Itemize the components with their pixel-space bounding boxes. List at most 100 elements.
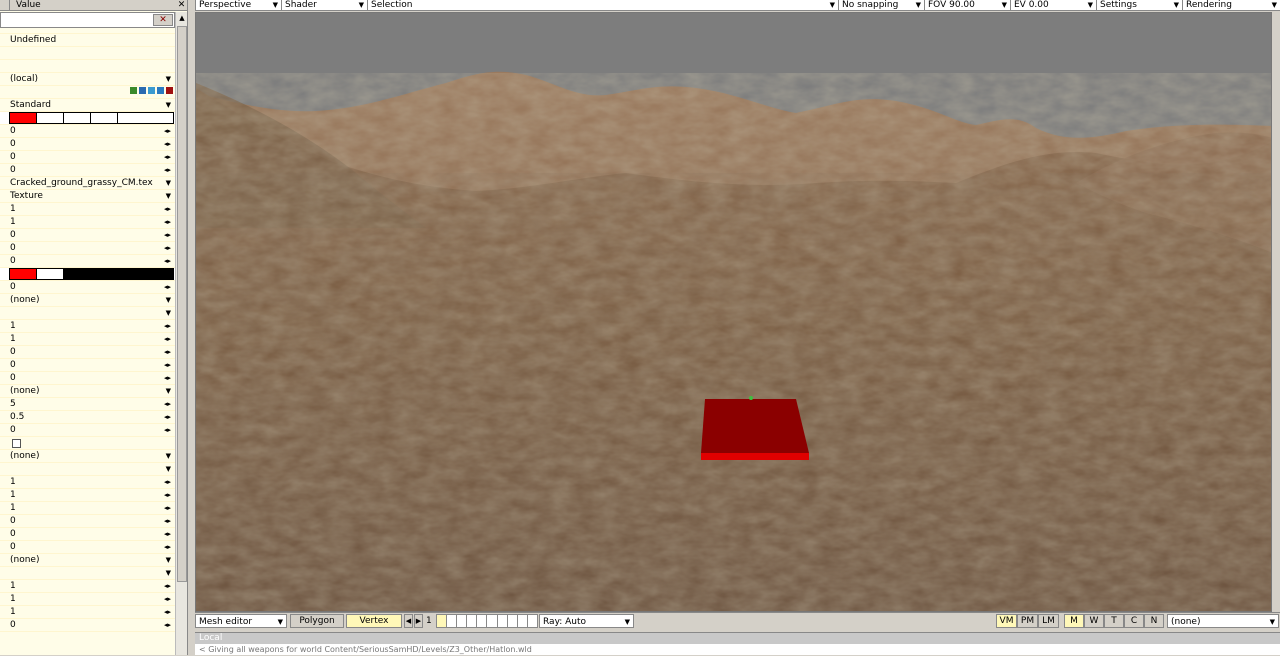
color-swatch[interactable] xyxy=(64,113,91,123)
property-row[interactable]: (none) ▼ xyxy=(0,385,175,398)
ev-dropdown[interactable]: EV 0.00 ▼ xyxy=(1010,0,1096,11)
property-row[interactable]: 0.5 ◂▸ xyxy=(0,411,175,424)
property-row[interactable] xyxy=(0,47,175,60)
chevron-down-icon[interactable]: ▼ xyxy=(166,385,171,397)
property-row[interactable]: 0 ◂▸ xyxy=(0,424,175,437)
snapping-dropdown[interactable]: No snapping ▼ xyxy=(838,0,924,11)
3d-viewport[interactable] xyxy=(195,12,1272,612)
property-row[interactable]: 0 ◂▸ xyxy=(0,515,175,528)
editor-mode-dropdown[interactable]: Mesh editor ▼ xyxy=(195,614,287,628)
property-row[interactable]: ▼ xyxy=(0,567,175,580)
color-swatch-bar[interactable] xyxy=(9,268,174,280)
layer-slot[interactable] xyxy=(508,615,518,627)
property-row[interactable]: 0 ◂▸ xyxy=(0,541,175,554)
color-swatch[interactable] xyxy=(64,269,173,279)
layer-slot[interactable] xyxy=(467,615,478,627)
spin-arrows-icon[interactable]: ◂▸ xyxy=(164,476,171,488)
property-row[interactable]: 1 ◂▸ xyxy=(0,320,175,333)
spin-arrows-icon[interactable]: ◂▸ xyxy=(164,229,171,241)
property-row[interactable]: (none) ▼ xyxy=(0,554,175,567)
filter-dropdown[interactable]: (none) ▼ xyxy=(1167,614,1279,628)
chevron-down-icon[interactable]: ▼ xyxy=(166,463,171,475)
property-row[interactable]: 0 ◂▸ xyxy=(0,359,175,372)
property-row[interactable]: 0 ◂▸ xyxy=(0,151,175,164)
spin-arrows-icon[interactable]: ◂▸ xyxy=(164,359,171,371)
property-row[interactable]: 0 ◂▸ xyxy=(0,242,175,255)
spin-arrows-icon[interactable]: ◂▸ xyxy=(164,502,171,514)
up-icon[interactable] xyxy=(148,87,155,94)
property-row[interactable]: (none) ▼ xyxy=(0,294,175,307)
shader-dropdown[interactable]: Shader ▼ xyxy=(281,0,367,11)
property-row[interactable]: Undefined xyxy=(0,34,175,47)
layer-slot[interactable] xyxy=(457,615,468,627)
property-row[interactable]: 0 ◂▸ xyxy=(0,281,175,294)
chevron-down-icon[interactable]: ▼ xyxy=(166,73,171,85)
spin-arrows-icon[interactable]: ◂▸ xyxy=(164,411,171,423)
chevron-down-icon[interactable]: ▼ xyxy=(166,567,171,579)
prev-page-icon[interactable]: ◀ xyxy=(404,614,413,628)
chevron-down-icon[interactable]: ▼ xyxy=(166,450,171,462)
delete-icon[interactable] xyxy=(166,87,173,94)
color-row[interactable] xyxy=(0,112,175,125)
spin-arrows-icon[interactable]: ◂▸ xyxy=(164,346,171,358)
terrain-scene[interactable] xyxy=(196,13,1272,612)
chevron-down-icon[interactable]: ▼ xyxy=(166,554,171,566)
selection-dropdown[interactable]: Selection ▼ xyxy=(367,0,838,11)
color-swatch[interactable] xyxy=(37,269,64,279)
add-icon[interactable] xyxy=(130,87,137,94)
chevron-down-icon[interactable]: ▼ xyxy=(166,307,171,319)
spin-arrows-icon[interactable]: ◂▸ xyxy=(164,372,171,384)
property-row[interactable]: ▼ xyxy=(0,463,175,476)
property-row[interactable]: 1 ◂▸ xyxy=(0,580,175,593)
color-swatch[interactable] xyxy=(10,269,37,279)
property-row[interactable]: 0 ◂▸ xyxy=(0,138,175,151)
down-icon[interactable] xyxy=(157,87,164,94)
spin-arrows-icon[interactable]: ◂▸ xyxy=(164,255,171,267)
w-button[interactable]: W xyxy=(1084,614,1104,628)
color-swatch-bar[interactable] xyxy=(9,112,174,124)
vm-button[interactable]: VM xyxy=(996,614,1017,628)
spin-arrows-icon[interactable]: ◂▸ xyxy=(164,593,171,605)
property-row[interactable]: 0 ◂▸ xyxy=(0,125,175,138)
spin-arrows-icon[interactable]: ◂▸ xyxy=(164,138,171,150)
layer-slot[interactable] xyxy=(487,615,498,627)
layer-slot[interactable] xyxy=(447,615,458,627)
property-row[interactable]: 1 ◂▸ xyxy=(0,502,175,515)
property-row[interactable]: 5 ◂▸ xyxy=(0,398,175,411)
property-row[interactable]: 1 ◂▸ xyxy=(0,203,175,216)
chevron-down-icon[interactable]: ▼ xyxy=(166,177,171,189)
chevron-down-icon[interactable]: ▼ xyxy=(166,190,171,202)
spin-arrows-icon[interactable]: ◂▸ xyxy=(164,541,171,553)
n-button[interactable]: N xyxy=(1144,614,1164,628)
color-swatch[interactable] xyxy=(37,113,64,123)
property-row[interactable]: (none) ▼ xyxy=(0,450,175,463)
property-row[interactable]: ▼ xyxy=(0,307,175,320)
settings-dropdown[interactable]: Settings ▼ xyxy=(1096,0,1182,11)
scroll-up-icon[interactable]: ▲ xyxy=(177,13,187,24)
chevron-down-icon[interactable]: ▼ xyxy=(166,99,171,111)
color-swatch[interactable] xyxy=(91,113,118,123)
property-checkbox[interactable] xyxy=(12,439,21,448)
spin-arrows-icon[interactable]: ◂▸ xyxy=(164,424,171,436)
property-search-input[interactable]: ✕ xyxy=(0,12,175,28)
property-row[interactable]: 0 ◂▸ xyxy=(0,229,175,242)
property-row[interactable]: Texture ▼ xyxy=(0,190,175,203)
spin-arrows-icon[interactable]: ◂▸ xyxy=(164,333,171,345)
selection-box-top[interactable] xyxy=(701,399,809,453)
layer-slot[interactable] xyxy=(477,615,488,627)
checkbox-row[interactable] xyxy=(0,437,175,450)
spin-arrows-icon[interactable]: ◂▸ xyxy=(164,125,171,137)
property-row[interactable]: 1 ◂▸ xyxy=(0,489,175,502)
lm-button[interactable]: LM xyxy=(1038,614,1059,628)
property-row[interactable]: 0 ◂▸ xyxy=(0,255,175,268)
rendering-dropdown[interactable]: Rendering ▼ xyxy=(1182,0,1280,11)
property-row[interactable]: 1 ◂▸ xyxy=(0,593,175,606)
property-row[interactable]: 0 ◂▸ xyxy=(0,346,175,359)
color-swatch[interactable] xyxy=(118,113,173,123)
ray-dropdown[interactable]: Ray: Auto ▼ xyxy=(539,614,634,628)
spin-arrows-icon[interactable]: ◂▸ xyxy=(164,216,171,228)
polygon-button[interactable]: Polygon xyxy=(290,614,344,628)
color-row[interactable] xyxy=(0,268,175,281)
layer-slot[interactable] xyxy=(528,615,537,627)
vertex-button[interactable]: Vertex xyxy=(346,614,402,628)
